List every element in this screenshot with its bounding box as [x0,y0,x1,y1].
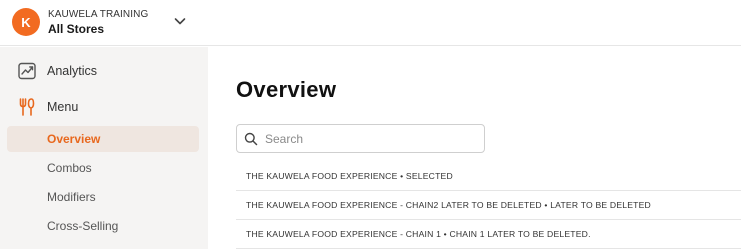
sidebar-subitem-label: Cross-Selling [47,219,119,233]
search-input[interactable] [265,129,475,149]
sidebar-subitem-label: Overview [47,132,101,146]
page-title: Overview [236,77,337,102]
sidebar-subitem-cross-selling[interactable]: Cross-Selling [7,213,199,239]
sidebar: Analytics Menu Overview Combos Modifiers… [0,47,208,249]
top-bar: K KAUWELA TRAINING All Stores [0,0,741,46]
list-item[interactable]: THE KAUWELA FOOD EXPERIENCE - CHAIN 1 • … [236,220,741,249]
store-selector-label[interactable]: All Stores [48,22,104,36]
chain-list: THE KAUWELA FOOD EXPERIENCE • SELECTED T… [236,162,741,249]
list-item-text: THE KAUWELA FOOD EXPERIENCE - CHAIN2 LAT… [246,200,651,210]
sidebar-subitem-modifiers[interactable]: Modifiers [7,184,199,210]
sidebar-item-label: Menu [47,100,79,114]
sidebar-subitem-overview[interactable]: Overview [7,126,199,152]
list-item[interactable]: THE KAUWELA FOOD EXPERIENCE - CHAIN2 LAT… [236,191,741,220]
search-icon [244,132,258,146]
list-item[interactable]: THE KAUWELA FOOD EXPERIENCE • SELECTED [236,162,741,191]
search-box[interactable] [236,124,485,153]
sidebar-subitem-label: Combos [47,161,92,175]
sidebar-item-label: Analytics [47,64,98,78]
analytics-chart-icon [18,62,36,80]
list-item-text: THE KAUWELA FOOD EXPERIENCE - CHAIN 1 • … [246,229,591,239]
sidebar-subitem-combos[interactable]: Combos [7,155,199,181]
org-name: KAUWELA TRAINING [48,9,149,20]
sidebar-item-menu[interactable]: Menu [0,92,208,122]
sidebar-item-analytics[interactable]: Analytics [0,56,208,86]
chevron-down-icon[interactable] [172,13,188,29]
list-item-text: THE KAUWELA FOOD EXPERIENCE • SELECTED [246,171,453,181]
fork-knife-icon [19,98,35,116]
main-content: Overview THE KAUWELA FOOD EXPERIENCE • S… [209,47,741,249]
sidebar-subitem-label: Modifiers [47,190,96,204]
org-avatar[interactable]: K [12,8,40,36]
